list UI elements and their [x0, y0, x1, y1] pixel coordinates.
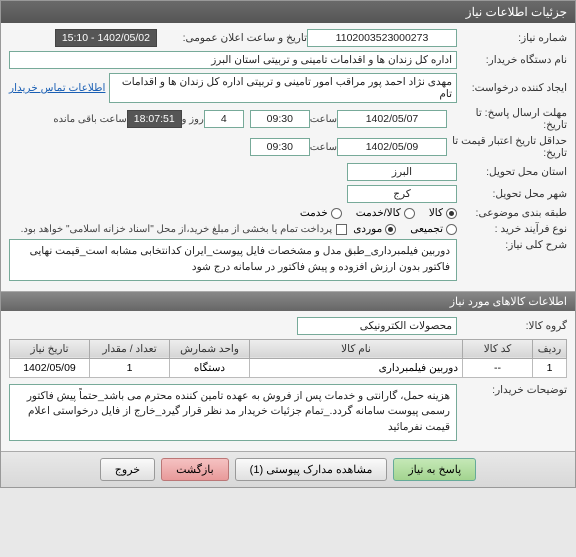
- col-date: تاریخ نیاز: [10, 339, 90, 358]
- desc-label: شرح کلی نیاز:: [457, 239, 567, 251]
- radio-service[interactable]: [331, 208, 342, 219]
- buytype-radio-group: تجمیعی موردی: [353, 223, 457, 235]
- table-row[interactable]: 1 -- دوربین فیلمبرداری دستگاه 1 1402/05/…: [10, 358, 567, 377]
- desc-text: دوربین فیلمبرداری_طبق مدل و مشخصات فایل …: [9, 239, 457, 281]
- respond-button[interactable]: پاسخ به نیاز: [393, 458, 476, 481]
- col-qty: تعداد / مقدار: [90, 339, 170, 358]
- treasury-checkbox[interactable]: [336, 224, 347, 235]
- radio-goods[interactable]: [446, 208, 457, 219]
- buyer-org-label: نام دستگاه خریدار:: [457, 54, 567, 66]
- attachments-button[interactable]: مشاهده مدارک پیوستی (1): [235, 458, 388, 481]
- radio-goods-service[interactable]: [404, 208, 415, 219]
- items-section-header: اطلاعات کالاهای مورد نیاز: [1, 291, 575, 311]
- requester-label: ایجاد کننده درخواست:: [457, 82, 567, 94]
- deadline-time: 09:30: [250, 110, 310, 128]
- topic-label: طبقه بندی موضوعی:: [457, 207, 567, 219]
- buytype-label: نوع فرآیند خرید :: [457, 223, 567, 235]
- deadline-date: 1402/05/07: [337, 110, 447, 128]
- countdown: 18:07:51: [127, 110, 182, 128]
- time-word-2: ساعت: [310, 142, 337, 153]
- need-no-value: 1102003523000273: [307, 29, 457, 47]
- pay-note: پرداخت تمام یا بخشی از مبلغ خرید،از محل …: [21, 224, 333, 235]
- back-button[interactable]: بازگشت: [161, 458, 229, 481]
- window-title: جزئیات اطلاعات نیاز: [1, 1, 575, 23]
- radio-aggregate[interactable]: [446, 224, 457, 235]
- radio-case[interactable]: [385, 224, 396, 235]
- footer-buttons: پاسخ به نیاز مشاهده مدارک پیوستی (1) باز…: [1, 451, 575, 487]
- col-row: ردیف: [533, 339, 567, 358]
- time-word-1: ساعت: [310, 114, 337, 125]
- validity-date: 1402/05/09: [337, 138, 447, 156]
- main-form: شماره نیاز: 1102003523000273 تاریخ و ساع…: [1, 23, 575, 291]
- contact-link[interactable]: اطلاعات تماس خریدار: [9, 82, 105, 94]
- items-table: ردیف کد کالا نام کالا واحد شمارش تعداد /…: [9, 339, 567, 378]
- buyer-org-value: اداره کل زندان ها و اقدامات تامینی و ترب…: [9, 51, 457, 69]
- topic-radio-group: کالا کالا/خدمت خدمت: [300, 207, 457, 219]
- announce-value: 1402/05/02 - 15:10: [55, 29, 157, 47]
- col-unit: واحد شمارش: [170, 339, 250, 358]
- buyer-notes-label: توضیحات خریدار:: [457, 384, 567, 396]
- remaining-label: ساعت باقی مانده: [53, 114, 126, 125]
- city-value: کرج: [347, 185, 457, 203]
- province-value: البرز: [347, 163, 457, 181]
- requester-value: مهدی نژاد احمد پور مراقب امور تامینی و ت…: [109, 73, 457, 103]
- announce-label: تاریخ و ساعت اعلان عمومی:: [157, 32, 307, 44]
- col-name: نام کالا: [250, 339, 463, 358]
- days-word: روز و: [182, 114, 204, 125]
- province-label: استان محل تحویل:: [457, 166, 567, 178]
- deadline-label: مهلت ارسال پاسخ: تا تاریخ:: [447, 107, 567, 131]
- city-label: شهر محل تحویل:: [457, 188, 567, 200]
- exit-button[interactable]: خروج: [100, 458, 155, 481]
- need-details-window: جزئیات اطلاعات نیاز شماره نیاز: 11020035…: [0, 0, 576, 488]
- validity-label: حداقل تاریخ اعتبار قیمت تا تاریخ:: [447, 135, 567, 159]
- buyer-notes-text: هزینه حمل، گارانتی و خدمات پس از فروش به…: [9, 384, 457, 441]
- need-no-label: شماره نیاز:: [457, 32, 567, 44]
- group-label: گروه کالا:: [457, 320, 567, 332]
- days-remaining: 4: [204, 110, 244, 128]
- validity-time: 09:30: [250, 138, 310, 156]
- group-value: محصولات الکترونیکی: [297, 317, 457, 335]
- col-code: کد کالا: [463, 339, 533, 358]
